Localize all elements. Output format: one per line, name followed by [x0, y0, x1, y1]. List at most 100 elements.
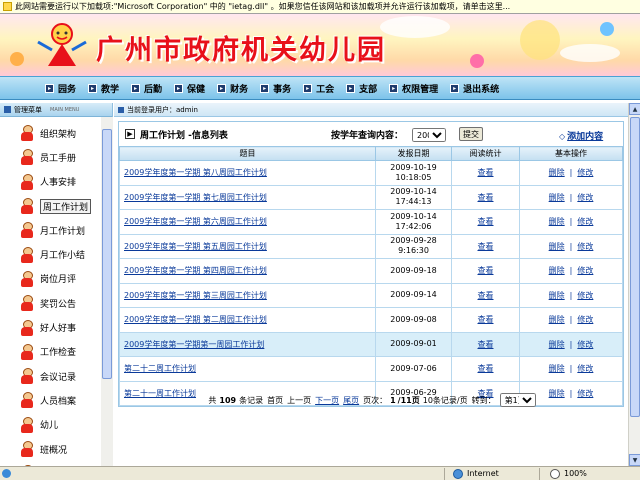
page-jump-select[interactable]: 第1页 [499, 393, 536, 407]
delete-link[interactable]: 删除 [549, 242, 565, 251]
delete-link[interactable]: 删除 [549, 340, 565, 349]
arrow-icon: ▸ [303, 83, 313, 93]
zoom-control[interactable]: 100% [540, 468, 640, 480]
sidebar-item-10[interactable]: 会议记录 [0, 364, 112, 388]
sidebar-item-label: 人事安排 [40, 178, 77, 189]
plan-title-link[interactable]: 第二十二周工作计划 [124, 364, 196, 373]
edit-link[interactable]: 修改 [577, 315, 593, 324]
view-link[interactable]: 查看 [478, 193, 494, 202]
view-link[interactable]: 查看 [478, 291, 494, 300]
view-link[interactable]: 查看 [478, 242, 494, 251]
sidebar-item-6[interactable]: 岗位月评 [0, 267, 112, 291]
view-link[interactable]: 查看 [478, 364, 494, 373]
sidebar-item-1[interactable]: 员工手册 [0, 145, 112, 169]
arrow-icon: ▸ [389, 83, 399, 93]
scroll-down-arrow-icon[interactable]: ▼ [629, 454, 640, 466]
sidebar-scrollbar[interactable] [101, 117, 113, 466]
sidebar-item-3[interactable]: 周工作计划 [0, 194, 112, 218]
information-bar[interactable]: 此网站需要运行以下加载项:"Microsoft Corporation" 中的 … [0, 0, 640, 14]
date-value: 2009-09-28 [390, 236, 437, 246]
delete-link[interactable]: 删除 [549, 291, 565, 300]
nav-item-5[interactable]: ▸ 事务 [260, 82, 291, 95]
delete-link[interactable]: 删除 [549, 217, 565, 226]
sidebar-item-13[interactable]: 班概况 [0, 437, 112, 461]
page-label: 页次： [363, 395, 388, 405]
sidebar-item-8[interactable]: 好人好事 [0, 315, 112, 339]
plan-title-link[interactable]: 2009学年度第一学期第一周园工作计划 [124, 340, 264, 349]
panel-header: ▶ 周工作计划 -信息列表 按学年查询内容： 2009 提交 ◇ 添加内容 [119, 122, 623, 146]
operations-cell: 删除 | 修改 [519, 209, 623, 235]
user-bar: 当前登录用户：admin [114, 103, 628, 117]
delete-link[interactable]: 删除 [549, 168, 565, 177]
sidebar-item-11[interactable]: 人员档案 [0, 388, 112, 412]
delete-link[interactable]: 删除 [549, 193, 565, 202]
nav-item-3[interactable]: ▸ 保健 [174, 82, 205, 95]
nav-item-9[interactable]: ▸ 退出系统 [450, 82, 499, 95]
pagination: 共 109 条记录 首页 上一页 下一页 尾页 页次： 1/11页 10条记录/页… [114, 393, 628, 407]
sidebar-item-9[interactable]: 工作检查 [0, 340, 112, 364]
read-stats-cell: 查看 [451, 209, 520, 235]
doll-icon [20, 173, 34, 190]
nav-item-label: 后勤 [144, 84, 163, 95]
per-page: 10条记录/页 [422, 395, 468, 405]
delete-link[interactable]: 删除 [549, 315, 565, 324]
edit-link[interactable]: 修改 [577, 193, 593, 202]
read-stats-cell: 查看 [451, 184, 520, 210]
nav-item-8[interactable]: ▸ 权限管理 [389, 82, 438, 95]
year-select[interactable]: 2009 [412, 128, 446, 142]
plan-title-link[interactable]: 2009学年度第一学期 第四周园工作计划 [124, 266, 267, 275]
total-suffix: 条记录 [239, 395, 264, 405]
plan-title-link[interactable]: 2009学年度第一学期 第二周园工作计划 [124, 315, 267, 324]
edit-link[interactable]: 修改 [577, 217, 593, 226]
page-scrollbar-thumb[interactable] [630, 117, 640, 417]
nav-item-6[interactable]: ▸ 工会 [303, 82, 334, 95]
table-header-row: 题目 发报日期 阅读统计 基本操作 [119, 146, 623, 161]
edit-link[interactable]: 修改 [577, 291, 593, 300]
plan-title-link[interactable]: 2009学年度第一学期 第三周园工作计划 [124, 291, 267, 300]
delete-link[interactable]: 删除 [549, 266, 565, 275]
sidebar-item-0[interactable]: 组织架构 [0, 121, 112, 145]
edit-link[interactable]: 修改 [577, 266, 593, 275]
plan-title-link[interactable]: 2009学年度第一学期 第五周园工作计划 [124, 242, 267, 251]
edit-link[interactable]: 修改 [577, 242, 593, 251]
date-cell: 2009-09-01 [375, 331, 452, 357]
view-link[interactable]: 查看 [478, 340, 494, 349]
scroll-up-arrow-icon[interactable]: ▲ [629, 103, 640, 115]
nav-item-1[interactable]: ▸ 教学 [88, 82, 119, 95]
page-scrollbar[interactable]: ▲ ▼ [628, 103, 640, 466]
user-icon [118, 106, 124, 113]
view-link[interactable]: 查看 [478, 315, 494, 324]
last-page-link[interactable]: 尾页 [343, 395, 359, 406]
sidebar-item-label: 工作检查 [40, 348, 77, 359]
submit-button[interactable]: 提交 [459, 127, 483, 141]
view-link[interactable]: 查看 [478, 217, 494, 226]
sidebar-scrollbar-thumb[interactable] [102, 129, 112, 379]
sidebar-item-7[interactable]: 奖罚公告 [0, 291, 112, 315]
title-cell: 2009学年度第一学期 第七周园工作计划 [119, 184, 376, 210]
plan-title-link[interactable]: 2009学年度第一学期 第八周园工作计划 [124, 168, 267, 177]
date-value: 2009-10-14 [390, 187, 437, 197]
edit-link[interactable]: 修改 [577, 364, 593, 373]
nav-item-0[interactable]: ▸ 园务 [45, 82, 76, 95]
nav-item-2[interactable]: ▸ 后勤 [131, 82, 162, 95]
plan-title-link[interactable]: 2009学年度第一学期 第六周园工作计划 [124, 217, 267, 226]
main-content: 当前登录用户：admin ▶ 周工作计划 -信息列表 按学年查询内容： 2009… [114, 103, 628, 466]
sidebar-item-4[interactable]: 月工作计划 [0, 218, 112, 242]
nav-item-4[interactable]: ▸ 财务 [217, 82, 248, 95]
nav-item-7[interactable]: ▸ 支部 [346, 82, 377, 95]
prev-page: 上一页 [287, 395, 312, 405]
view-link[interactable]: 查看 [478, 266, 494, 275]
plan-title-link[interactable]: 2009学年度第一学期 第七周园工作计划 [124, 193, 267, 202]
sidebar-item-12[interactable]: 幼儿 [0, 413, 112, 437]
delete-link[interactable]: 删除 [549, 364, 565, 373]
title-cell: 2009学年度第一学期第一周园工作计划 [119, 331, 376, 357]
sidebar-item-5[interactable]: 月工作小结 [0, 242, 112, 266]
add-content-link[interactable]: ◇ 添加内容 [559, 129, 603, 142]
edit-link[interactable]: 修改 [577, 168, 593, 177]
next-page-link[interactable]: 下一页 [315, 395, 339, 406]
date-value: 2009-07-06 [390, 363, 437, 373]
edit-link[interactable]: 修改 [577, 340, 593, 349]
view-link[interactable]: 查看 [478, 168, 494, 177]
title-cell: 2009学年度第一学期 第六周园工作计划 [119, 209, 376, 235]
sidebar-item-2[interactable]: 人事安排 [0, 170, 112, 194]
